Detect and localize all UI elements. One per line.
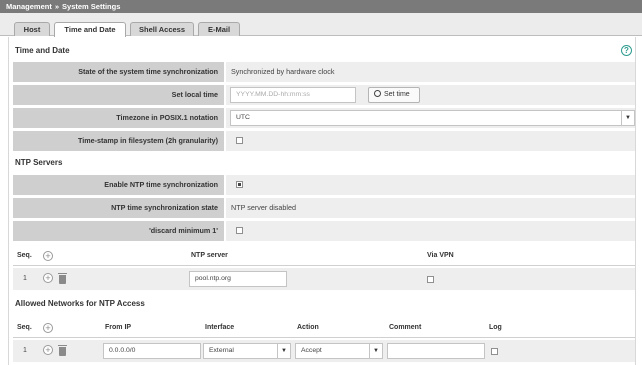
timezone-label: Timezone in POSIX.1 notation bbox=[13, 108, 224, 128]
trash-icon[interactable] bbox=[58, 273, 67, 284]
table-divider bbox=[13, 265, 635, 266]
add-network-icon[interactable]: + bbox=[43, 323, 53, 333]
action-select[interactable]: Accept ▼ bbox=[295, 343, 383, 359]
row-timezone: Timezone in POSIX.1 notation UTC ▼ bbox=[13, 108, 635, 128]
col-seq: Seq. bbox=[17, 252, 32, 259]
insert-row-icon[interactable]: + bbox=[43, 273, 53, 283]
row-timestamp: Time-stamp in filesystem (2h granularity… bbox=[13, 131, 635, 151]
action-value: Accept bbox=[301, 347, 322, 354]
row-discard-minimum: 'discard minimum 1' bbox=[13, 221, 635, 241]
set-local-time-cell: YYYY.MM.DD-hh:mm:ss Set time bbox=[226, 85, 635, 105]
breadcrumb-root[interactable]: Management bbox=[6, 2, 52, 11]
action-chevron-down-icon[interactable]: ▼ bbox=[369, 344, 382, 358]
interface-chevron-down-icon[interactable]: ▼ bbox=[277, 344, 290, 358]
interface-select[interactable]: External ▼ bbox=[203, 343, 291, 359]
row-ntp-state: NTP time synchronization state NTP serve… bbox=[13, 198, 635, 218]
timezone-select[interactable]: UTC ▼ bbox=[230, 110, 635, 126]
timestamp-cell bbox=[226, 131, 635, 151]
insert-network-row-icon[interactable]: + bbox=[43, 345, 53, 355]
row-enable-ntp: Enable NTP time synchronization bbox=[13, 175, 635, 195]
breadcrumb-separator: » bbox=[54, 2, 60, 11]
col-ntp-server: NTP server bbox=[191, 252, 228, 259]
enable-ntp-cell bbox=[226, 175, 635, 195]
col-from-ip: From IP bbox=[105, 324, 132, 331]
set-time-button[interactable]: Set time bbox=[368, 87, 420, 103]
timestamp-checkbox[interactable] bbox=[236, 137, 243, 144]
col-log: Log bbox=[489, 324, 502, 331]
clock-icon bbox=[374, 90, 381, 97]
ntp-server-input[interactable]: pool.ntp.org bbox=[189, 271, 287, 287]
section-heading-allowed-networks: Allowed Networks for NTP Access bbox=[15, 299, 145, 308]
chevron-down-icon[interactable]: ▼ bbox=[621, 111, 634, 125]
table-divider-access bbox=[13, 337, 635, 338]
col-comment: Comment bbox=[389, 324, 422, 331]
set-time-button-label: Set time bbox=[384, 91, 410, 98]
enable-ntp-checkbox[interactable] bbox=[236, 181, 243, 188]
via-vpn-checkbox[interactable] bbox=[427, 276, 434, 283]
discard-minimum-cell bbox=[226, 221, 635, 241]
tab-host[interactable]: Host bbox=[14, 22, 50, 36]
timezone-cell: UTC ▼ bbox=[226, 108, 635, 128]
comment-input[interactable] bbox=[387, 343, 485, 359]
settings-panel: Time and Date ? State of the system time… bbox=[8, 37, 636, 365]
section-heading-time-date: Time and Date bbox=[15, 46, 70, 55]
tab-time-and-date[interactable]: Time and Date bbox=[54, 22, 126, 37]
help-icon[interactable]: ? bbox=[621, 45, 632, 56]
ntp-server-row: 1 + pool.ntp.org bbox=[13, 268, 635, 290]
tab-strip: Host Time and Date Shell Access E-Mail bbox=[0, 13, 642, 37]
tab-email[interactable]: E-Mail bbox=[198, 22, 240, 36]
network-row: 1 + 0.0.0.0/0 External ▼ Accept ▼ bbox=[13, 340, 635, 362]
ntp-row-seq: 1 bbox=[23, 275, 27, 282]
network-row-seq: 1 bbox=[23, 347, 27, 354]
set-local-time-label: Set local time bbox=[13, 85, 224, 105]
col-seq-access: Seq. bbox=[17, 324, 32, 331]
ntp-state-value: NTP server disabled bbox=[226, 198, 635, 218]
sync-state-label: State of the system time synchronization bbox=[13, 62, 224, 82]
tab-shell-access[interactable]: Shell Access bbox=[130, 22, 194, 36]
sync-state-value: Synchronized by hardware clock bbox=[226, 62, 635, 82]
col-interface: Interface bbox=[205, 324, 235, 331]
col-via-vpn: Via VPN bbox=[427, 252, 454, 259]
col-action: Action bbox=[297, 324, 319, 331]
add-ntp-server-icon[interactable]: + bbox=[43, 251, 53, 261]
interface-value: External bbox=[209, 347, 234, 354]
row-set-local-time: Set local time YYYY.MM.DD-hh:mm:ss Set t… bbox=[13, 85, 635, 105]
discard-minimum-label: 'discard minimum 1' bbox=[13, 221, 224, 241]
row-sync-state: State of the system time synchronization… bbox=[13, 62, 635, 82]
log-checkbox[interactable] bbox=[491, 348, 498, 355]
breadcrumb-current: System Settings bbox=[62, 2, 121, 11]
discard-minimum-checkbox[interactable] bbox=[236, 227, 243, 234]
section-heading-ntp: NTP Servers bbox=[15, 158, 63, 167]
timestamp-label: Time-stamp in filesystem (2h granularity… bbox=[13, 131, 224, 151]
ntp-state-label: NTP time synchronization state bbox=[13, 198, 224, 218]
enable-ntp-label: Enable NTP time synchronization bbox=[13, 175, 224, 195]
timezone-value: UTC bbox=[236, 114, 250, 121]
delete-network-trash-icon[interactable] bbox=[58, 345, 67, 356]
from-ip-input[interactable]: 0.0.0.0/0 bbox=[103, 343, 201, 359]
local-time-input[interactable]: YYYY.MM.DD-hh:mm:ss bbox=[230, 87, 356, 103]
breadcrumb: Management» System Settings bbox=[0, 0, 642, 13]
